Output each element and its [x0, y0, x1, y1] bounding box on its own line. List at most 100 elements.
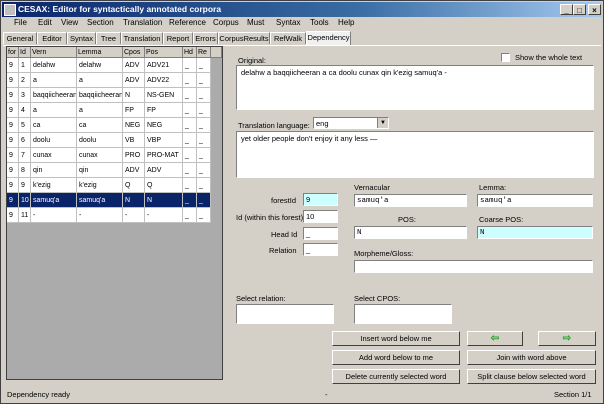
column-header[interactable]: for [7, 47, 19, 58]
menu-must[interactable]: Must [247, 18, 264, 27]
close-button[interactable]: × [588, 4, 601, 15]
grid-cell[interactable]: PRO [123, 148, 145, 163]
grid-cell[interactable]: k'ezig [31, 178, 77, 193]
grid-cell[interactable]: 10 [19, 193, 31, 208]
lemma-field[interactable]: samuq'a [477, 194, 593, 207]
relation-field[interactable]: _ [303, 243, 338, 256]
menu-syntax[interactable]: Syntax [276, 18, 300, 27]
grid-cell[interactable]: ca [77, 118, 123, 133]
maximize-button[interactable]: □ [573, 4, 586, 15]
vernacular-field[interactable]: samuq'a [354, 194, 467, 207]
tab-corpusresults[interactable]: CorpusResults [218, 32, 270, 44]
headid-field[interactable]: _ [303, 227, 338, 240]
grid-cell[interactable]: k'ezig [77, 178, 123, 193]
grid-cell[interactable]: NEG [145, 118, 183, 133]
grid-cell[interactable]: 9 [19, 178, 31, 193]
translation-text[interactable]: yet older people don't enjoy it any less… [236, 131, 594, 178]
grid-cell[interactable]: PRO-MAT [145, 148, 183, 163]
split-clause-button[interactable]: Split clause below selected word [467, 369, 596, 384]
grid-cell[interactable]: a [31, 103, 77, 118]
tab-editor[interactable]: Editor [37, 32, 67, 44]
grid-cell[interactable]: NS-GEN [145, 88, 183, 103]
grid-cell[interactable]: _ [197, 118, 211, 133]
grid-cell[interactable]: cunax [77, 148, 123, 163]
grid-cell[interactable]: _ [183, 88, 197, 103]
grid-cell[interactable]: - [31, 208, 77, 223]
grid-cell[interactable]: 9 [7, 163, 19, 178]
column-header[interactable]: Vern [31, 47, 77, 58]
word-grid[interactable]: for Id Vern Lemma Cpos Pos Hd Re 9 1 delah… [6, 46, 223, 380]
grid-cell[interactable]: _ [183, 193, 197, 208]
grid-cell[interactable]: doolu [77, 133, 123, 148]
tab-general[interactable]: General [3, 32, 37, 44]
grid-cell[interactable]: samuq'a [77, 193, 123, 208]
join-with-word-above-button[interactable]: Join with word above [467, 350, 596, 365]
grid-cell[interactable]: _ [197, 103, 211, 118]
delete-selected-word-button[interactable]: Delete currently selected word [332, 369, 460, 384]
grid-cell[interactable]: 9 [7, 133, 19, 148]
pos-field[interactable]: N [354, 226, 467, 239]
language-select[interactable]: eng ▼ [313, 117, 389, 129]
select-cpos-list[interactable] [354, 304, 452, 324]
menu-corpus[interactable]: Corpus [213, 18, 239, 27]
grid-cell[interactable]: VBP [145, 133, 183, 148]
grid-cell[interactable]: ADV [123, 163, 145, 178]
grid-cell[interactable]: _ [183, 118, 197, 133]
tab-translation[interactable]: Translation [121, 32, 163, 44]
show-whole-text-checkbox[interactable] [501, 53, 510, 62]
grid-cell[interactable]: ADV [123, 73, 145, 88]
grid-cell[interactable]: baqqiicheeran [31, 88, 77, 103]
tab-errors[interactable]: Errors [193, 32, 218, 44]
grid-cell[interactable]: _ [197, 193, 211, 208]
menu-tools[interactable]: Tools [310, 18, 329, 27]
grid-cell[interactable]: _ [183, 163, 197, 178]
grid-cell[interactable]: - [145, 208, 183, 223]
grid-cell[interactable]: a [77, 103, 123, 118]
grid-cell[interactable]: _ [197, 58, 211, 73]
grid-cell[interactable]: N [123, 88, 145, 103]
forestid-field[interactable]: 9 [303, 193, 338, 206]
grid-cell[interactable]: N [123, 193, 145, 208]
tab-tree[interactable]: Tree [96, 32, 121, 44]
tab-dependency[interactable]: Dependency [306, 31, 351, 45]
grid-cell[interactable]: Q [145, 178, 183, 193]
grid-cell[interactable]: _ [183, 133, 197, 148]
grid-cell[interactable]: _ [197, 73, 211, 88]
id-field[interactable]: 10 [303, 210, 338, 223]
grid-cell[interactable]: baqqiicheeran [77, 88, 123, 103]
grid-cell[interactable]: 7 [19, 148, 31, 163]
grid-cell[interactable]: _ [183, 178, 197, 193]
grid-cell[interactable]: _ [197, 178, 211, 193]
grid-cell[interactable]: 9 [7, 58, 19, 73]
grid-cell[interactable]: VB [123, 133, 145, 148]
grid-cell[interactable]: 9 [7, 148, 19, 163]
column-header[interactable]: Cpos [123, 47, 145, 58]
grid-cell[interactable]: 9 [7, 208, 19, 223]
grid-cell[interactable]: 5 [19, 118, 31, 133]
grid-cell[interactable]: _ [197, 208, 211, 223]
menu-reference[interactable]: Reference [169, 18, 206, 27]
grid-cell[interactable]: qin [77, 163, 123, 178]
grid-cell[interactable]: 9 [7, 103, 19, 118]
grid-cell[interactable]: cunax [31, 148, 77, 163]
grid-cell[interactable]: 9 [7, 88, 19, 103]
column-header[interactable]: Id [19, 47, 31, 58]
column-header[interactable]: Lemma [77, 47, 123, 58]
original-text[interactable]: delahw a baqqiicheeran a ca doolu cunax … [236, 65, 594, 110]
title-bar[interactable]: CESAX: Editor for syntactically annotate… [2, 2, 602, 17]
grid-cell[interactable]: - [123, 208, 145, 223]
morpheme-gloss-field[interactable] [354, 260, 593, 273]
next-arrow-button[interactable]: ⇨ [538, 331, 596, 346]
grid-cell[interactable]: ADV22 [145, 73, 183, 88]
minimize-button[interactable]: _ [560, 4, 573, 15]
grid-cell[interactable]: N [145, 193, 183, 208]
grid-cell[interactable]: _ [197, 163, 211, 178]
grid-cell[interactable]: _ [183, 148, 197, 163]
grid-cell[interactable]: ADV [123, 58, 145, 73]
column-header[interactable]: Re [197, 47, 211, 58]
insert-word-below-button[interactable]: Insert word below me [332, 331, 460, 346]
grid-cell[interactable]: 8 [19, 163, 31, 178]
grid-cell[interactable]: _ [183, 208, 197, 223]
menu-file[interactable]: File [14, 18, 27, 27]
grid-cell[interactable]: a [31, 73, 77, 88]
